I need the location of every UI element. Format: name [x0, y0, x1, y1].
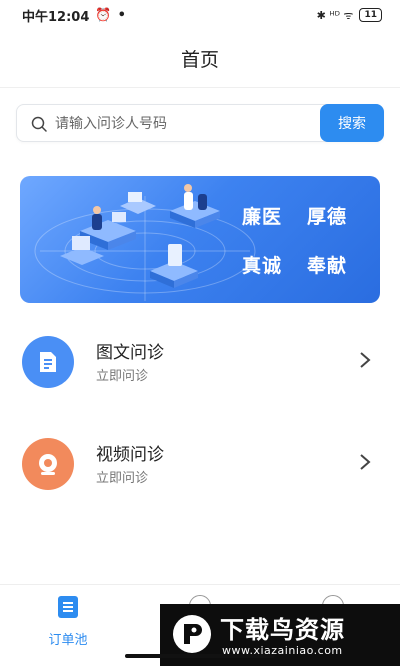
watermark-logo-icon	[173, 615, 211, 653]
status-bar: 中午12:04 ⏰ • ✱ ᴴᴰ ᯤ 11	[0, 0, 400, 30]
chevron-right-icon	[360, 454, 371, 470]
status-left: 中午12:04 ⏰ •	[22, 6, 126, 25]
menu-item-subtitle: 立即问诊	[96, 369, 149, 384]
camera-glyph	[39, 454, 57, 475]
search-button[interactable]: 搜索	[320, 104, 384, 142]
document-glyph	[40, 352, 56, 372]
banner-word: 真诚	[242, 255, 283, 277]
home-indicator	[125, 654, 275, 658]
camera-icon	[22, 438, 74, 490]
search-input[interactable]	[55, 111, 305, 137]
nav-orders-label: 订单池	[48, 633, 88, 648]
notification-dot-icon: •	[117, 7, 126, 23]
header: 首页	[0, 30, 400, 88]
status-time: 中午12:04	[22, 9, 90, 25]
banner-word: 廉医	[242, 206, 283, 228]
search-icon	[31, 116, 47, 132]
search-bar: 搜索	[16, 104, 384, 142]
watermark-title: 下载鸟资源	[220, 616, 345, 644]
banner-word: 厚德	[307, 206, 348, 228]
banner[interactable]: 廉医 厚德 真诚 奉献	[20, 176, 380, 303]
signal-wifi-icons: ✱ ᴴᴰ ᯤ	[316, 8, 354, 22]
menu-item-title: 视频问诊	[96, 445, 164, 465]
menu-item-title: 图文问诊	[96, 343, 164, 363]
banner-word: 奉献	[307, 255, 348, 277]
menu-item-video-consult[interactable]: 视频问诊 立即问诊	[0, 430, 400, 500]
document-icon	[22, 336, 74, 388]
chevron-right-icon	[360, 352, 371, 368]
page-title: 首页	[180, 49, 219, 71]
menu-item-subtitle: 立即问诊	[96, 471, 149, 486]
alarm-icon: ⏰	[95, 7, 112, 23]
nav-item-orders[interactable]: 订单池	[36, 595, 100, 648]
status-right: ✱ ᴴᴰ ᯤ 11	[317, 8, 382, 23]
order-list-icon	[58, 596, 78, 618]
battery-icon: 11	[359, 8, 382, 22]
menu-item-text-consult[interactable]: 图文问诊 立即问诊	[0, 328, 400, 398]
banner-slogan: 廉医 厚德 真诚 奉献	[242, 202, 372, 278]
